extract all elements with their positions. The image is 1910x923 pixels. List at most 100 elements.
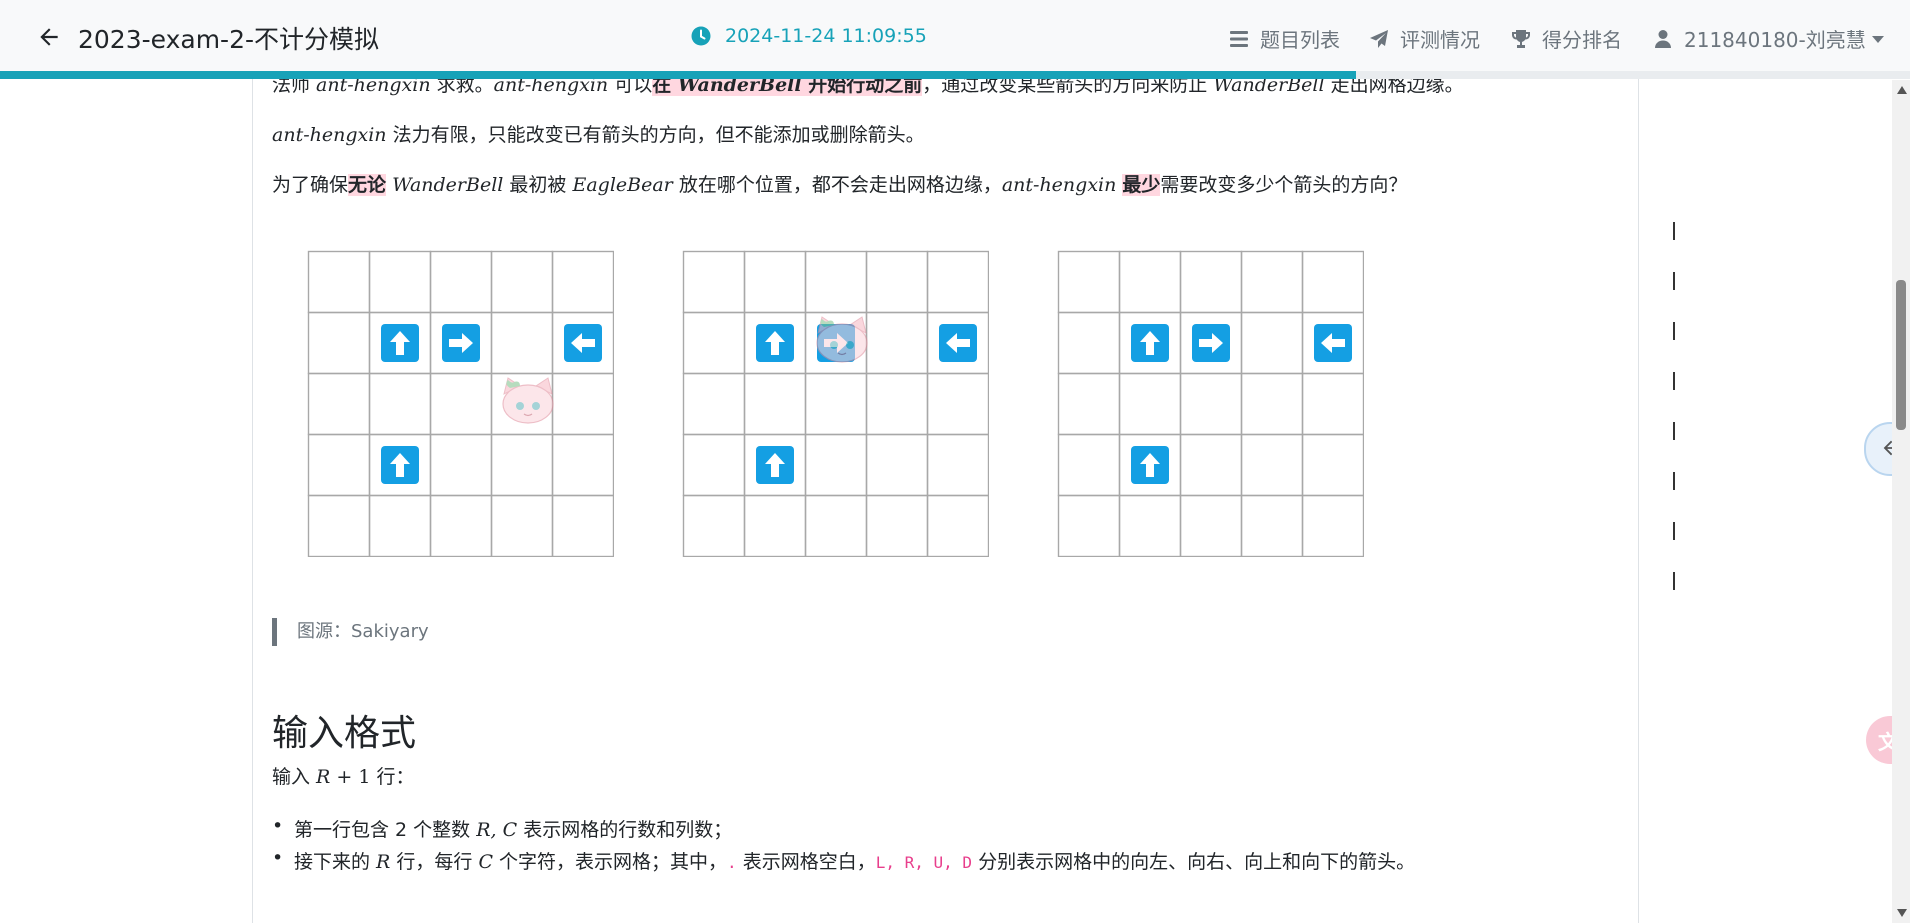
grid-illustration-1	[307, 250, 615, 558]
grid-cell	[368, 250, 432, 314]
grid-cell	[1179, 250, 1243, 314]
text: 为了确保	[272, 174, 349, 196]
grid-cell	[307, 433, 371, 497]
arrow-left-icon	[40, 28, 58, 46]
grid-cell	[743, 250, 807, 314]
grid-cell	[804, 433, 868, 497]
grid-cell	[743, 494, 807, 558]
list-item: 第一行包含 2 个整数 R, C 表示网格的行数和列数；	[272, 815, 732, 842]
image-divider	[1673, 222, 1675, 590]
nav-ranking[interactable]: 得分排名	[1510, 24, 1622, 53]
server-clock: 2024-11-24 11:09:55	[691, 25, 927, 47]
grid-cell	[551, 494, 615, 558]
paper-plane-icon	[1370, 29, 1388, 48]
text: 行：	[370, 766, 415, 788]
highlight-regardless: 无论	[348, 174, 387, 196]
text: 放在哪个位置，都不会走出网格边缘，	[672, 174, 1002, 196]
arrow-left-icon	[939, 324, 977, 362]
scrollbar-thumb[interactable]	[1896, 280, 1906, 430]
grid-cell	[865, 433, 929, 497]
text: 接下来的	[294, 851, 377, 873]
math-plus-one: + 1	[330, 766, 371, 788]
user-menu-label: 211840180-刘亮慧	[1684, 28, 1866, 52]
grid-cell	[1301, 372, 1365, 436]
grid-cell	[865, 494, 929, 558]
grid-cell	[1179, 372, 1243, 436]
input-line-count: 输入 R + 1 行：	[272, 762, 415, 789]
nav-judge-status[interactable]: 评测情况	[1368, 24, 1480, 53]
grid-cell	[1057, 433, 1121, 497]
grid-cell	[926, 494, 990, 558]
grid-cell	[368, 494, 432, 558]
grid-cell	[551, 250, 615, 314]
text: 表示网格空白，	[736, 851, 876, 873]
grid-cell	[926, 372, 990, 436]
nav-judge-status-label: 评测情况	[1400, 28, 1480, 52]
name-ant-hengxin: ant-hengxin	[1001, 174, 1117, 196]
grid-cell	[307, 494, 371, 558]
grid-cell	[865, 250, 929, 314]
grid-illustration-2	[682, 250, 990, 558]
text: 需要改变多少个箭头的方向？	[1160, 174, 1408, 196]
content-left-border	[252, 74, 253, 923]
grid-cell	[1240, 372, 1304, 436]
grid-cell	[1240, 494, 1304, 558]
arrow-up-icon	[381, 324, 419, 362]
list-item: 接下来的 R 行，每行 C 个字符，表示网格；其中，. 表示网格空白，L, R,…	[272, 847, 1415, 874]
grid-cell	[1301, 250, 1365, 314]
image-source-caption: 图源：Sakiyary	[272, 618, 429, 646]
grid-cell	[1240, 311, 1304, 375]
grid-cell	[1118, 250, 1182, 314]
grid-cell	[307, 250, 371, 314]
input-format-heading: 输入格式	[272, 713, 417, 754]
grid-cell	[926, 250, 990, 314]
arrow-up-icon	[1131, 324, 1169, 362]
grid-cell	[429, 372, 493, 436]
statement-paragraph-2: ant-hengxin 法力有限，只能改变已有箭头的方向，但不能添加或删除箭头。	[272, 120, 925, 147]
math-var-c: C	[478, 851, 493, 873]
grid-cell	[1057, 372, 1121, 436]
arrow-left-icon	[564, 324, 602, 362]
grid-svg	[1057, 250, 1365, 558]
grid-cell	[429, 433, 493, 497]
text: 最初被	[503, 174, 573, 196]
nav-ranking-label: 得分排名	[1542, 28, 1622, 52]
wanderbell-cat-icon	[502, 377, 554, 424]
page-scrollbar[interactable]	[1892, 80, 1910, 923]
grid-cell	[1057, 494, 1121, 558]
highlight-minimum: 最少	[1122, 174, 1161, 196]
scroll-down-arrow-icon[interactable]	[1897, 909, 1907, 917]
grid-cell	[551, 372, 615, 436]
statement-paragraph-3: 为了确保无论 WanderBell 最初被 EagleBear 放在哪个位置，都…	[272, 170, 1407, 197]
text: 行，每行	[390, 851, 479, 873]
nav-problem-list[interactable]: 题目列表	[1228, 24, 1340, 53]
math-var-r: R	[316, 766, 331, 788]
text: 输入	[272, 766, 317, 788]
grid-cell	[682, 433, 746, 497]
grid-cell	[804, 494, 868, 558]
code-lrud: L, R, U, D	[875, 853, 973, 872]
arrow-up-icon	[756, 446, 794, 484]
grid-cell	[682, 311, 746, 375]
grid-cell	[682, 372, 746, 436]
scroll-up-arrow-icon[interactable]	[1897, 86, 1907, 94]
grid-cell	[682, 494, 746, 558]
grid-cell	[865, 311, 929, 375]
arrow-right-icon	[1192, 324, 1230, 362]
grid-cell	[368, 372, 432, 436]
arrow-up-icon	[1131, 446, 1169, 484]
grid-cell	[926, 433, 990, 497]
chevron-down-icon	[1871, 36, 1884, 43]
clock-text: 2024-11-24 11:09:55	[725, 25, 927, 47]
name-wanderbell: WanderBell	[392, 174, 504, 196]
content-right-border	[1638, 74, 1639, 923]
grid-cell	[1118, 494, 1182, 558]
grid-cell	[743, 372, 807, 436]
grid-cell	[1240, 250, 1304, 314]
arrow-up-icon	[756, 324, 794, 362]
back-button[interactable]	[36, 22, 62, 52]
user-menu-dropdown[interactable]: 211840180-刘亮慧	[1652, 24, 1884, 53]
grid-cell	[1301, 494, 1365, 558]
text: 法力有限，只能改变已有箭头的方向，但不能添加或删除箭头。	[386, 124, 925, 146]
grid-cell	[804, 250, 868, 314]
